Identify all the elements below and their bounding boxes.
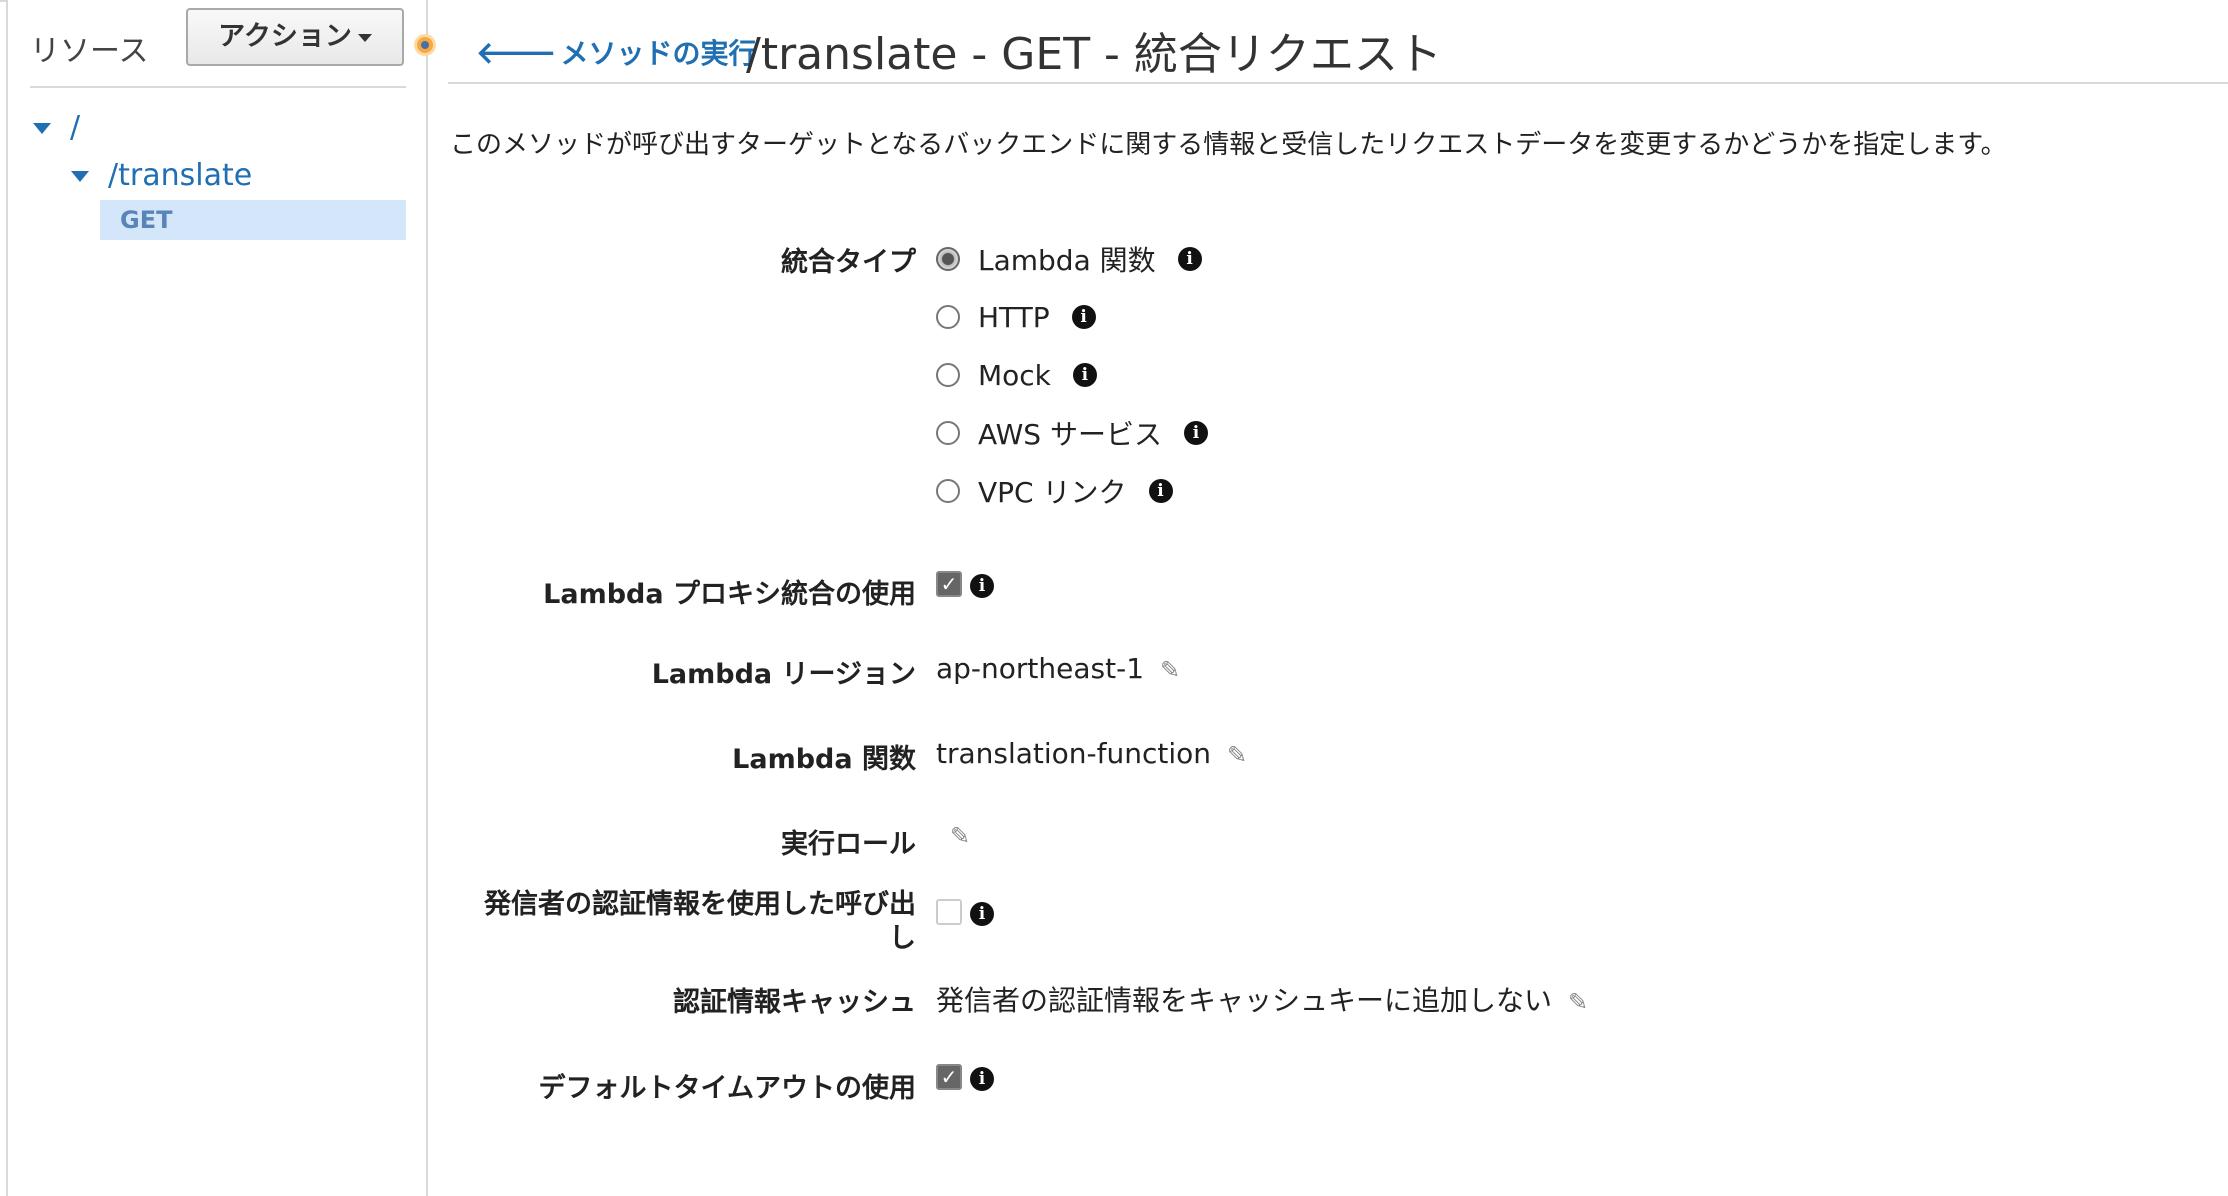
credentials-cache-value: 発信者の認証情報をキャッシュキーに追加しない bbox=[936, 984, 1553, 1017]
actions-dropdown-button[interactable]: アクション bbox=[186, 8, 404, 66]
tree-collapse-icon[interactable] bbox=[33, 123, 51, 134]
radio-mock[interactable] bbox=[936, 363, 960, 387]
arrow-left-icon: 🡐 bbox=[476, 36, 557, 71]
radio-aws-service[interactable] bbox=[936, 421, 960, 445]
lambda-function-value-row: translation-function ✎ bbox=[936, 737, 1247, 770]
back-to-method-execution-link[interactable]: 🡐 メソッドの実行 bbox=[476, 32, 756, 72]
info-icon[interactable]: i bbox=[1183, 421, 1208, 445]
execution-role-label: 実行ロール bbox=[781, 829, 916, 860]
radio-label-aws-service: AWS サービス bbox=[978, 418, 1162, 451]
actions-button-label: アクション bbox=[218, 21, 352, 52]
page-title: /translate - GET - 統合リクエスト bbox=[746, 29, 1442, 80]
info-icon[interactable]: i bbox=[1071, 305, 1096, 329]
pencil-icon[interactable]: ✎ bbox=[950, 822, 970, 850]
pencil-icon[interactable]: ✎ bbox=[1568, 988, 1588, 1016]
lambda-function-value: translation-function bbox=[936, 737, 1212, 770]
default-timeout-checkbox[interactable]: ✓ bbox=[936, 1064, 962, 1090]
title-separator bbox=[448, 82, 2228, 84]
info-icon[interactable]: i bbox=[1177, 247, 1202, 271]
caller-credentials-label: 発信者の認証情報を使用した呼び出し bbox=[484, 888, 916, 956]
page-description: このメソッドが呼び出すターゲットとなるバックエンドに関する情報と受信したリクエス… bbox=[450, 130, 2007, 160]
integration-type-label: 統合タイプ bbox=[781, 247, 916, 278]
lambda-region-label: Lambda リージョン bbox=[651, 659, 916, 690]
info-icon[interactable]: i bbox=[970, 574, 994, 598]
radio-label-mock: Mock bbox=[978, 358, 1051, 392]
credentials-cache-value-row: 発信者の認証情報をキャッシュキーに追加しない ✎ bbox=[936, 979, 1588, 1019]
radio-lambda[interactable] bbox=[936, 247, 960, 271]
radio-label-http: HTTP bbox=[978, 300, 1050, 334]
default-timeout-label: デフォルトタイムアウトの使用 bbox=[538, 1073, 916, 1104]
info-icon[interactable]: i bbox=[1148, 479, 1173, 503]
tree-collapse-icon[interactable] bbox=[71, 171, 89, 182]
tree-item-translate[interactable]: /translate bbox=[108, 158, 252, 193]
info-icon[interactable]: i bbox=[970, 902, 994, 926]
caller-credentials-label-line2: し bbox=[889, 923, 916, 954]
tree-item-root[interactable]: / bbox=[70, 110, 80, 145]
back-link-label: メソッドの実行 bbox=[560, 37, 757, 70]
lambda-proxy-label: Lambda プロキシ統合の使用 bbox=[543, 579, 916, 610]
radio-option-vpc-link[interactable]: VPC リンク i bbox=[936, 473, 1173, 509]
pencil-icon[interactable]: ✎ bbox=[1227, 741, 1247, 769]
lambda-function-label: Lambda 関数 bbox=[732, 744, 916, 775]
outer-frame-line bbox=[6, 0, 8, 1196]
panel-divider[interactable] bbox=[426, 0, 428, 1196]
radio-vpc-link[interactable] bbox=[936, 479, 960, 503]
lambda-proxy-checkbox[interactable]: ✓ bbox=[936, 571, 962, 597]
lambda-region-value: ap-northeast-1 bbox=[936, 652, 1145, 685]
radio-option-mock[interactable]: Mock i bbox=[936, 357, 1097, 393]
credentials-cache-label: 認証情報キャッシュ bbox=[673, 987, 916, 1018]
resources-header: リソース bbox=[30, 34, 149, 69]
lambda-region-value-row: ap-northeast-1 ✎ bbox=[936, 652, 1180, 685]
radio-label-vpc-link: VPC リンク bbox=[978, 476, 1127, 509]
radio-option-aws-service[interactable]: AWS サービス i bbox=[936, 415, 1208, 451]
radio-label-lambda: Lambda 関数 bbox=[978, 244, 1156, 277]
radio-option-lambda[interactable]: Lambda 関数 i bbox=[936, 241, 1202, 277]
caret-down-icon bbox=[357, 33, 372, 42]
caller-credentials-label-line1: 発信者の認証情報を使用した呼び出 bbox=[484, 889, 916, 920]
info-icon[interactable]: i bbox=[1072, 363, 1097, 387]
radio-http[interactable] bbox=[936, 305, 960, 329]
radio-option-http[interactable]: HTTP i bbox=[936, 299, 1096, 335]
pencil-icon[interactable]: ✎ bbox=[1160, 656, 1180, 684]
tree-item-get[interactable]: GET bbox=[100, 200, 406, 240]
sidebar-separator bbox=[30, 86, 406, 88]
outer-frame-corner bbox=[0, 0, 8, 26]
info-icon[interactable]: i bbox=[970, 1067, 994, 1091]
caller-credentials-checkbox[interactable] bbox=[936, 899, 962, 925]
panel-resize-handle[interactable] bbox=[414, 34, 436, 56]
